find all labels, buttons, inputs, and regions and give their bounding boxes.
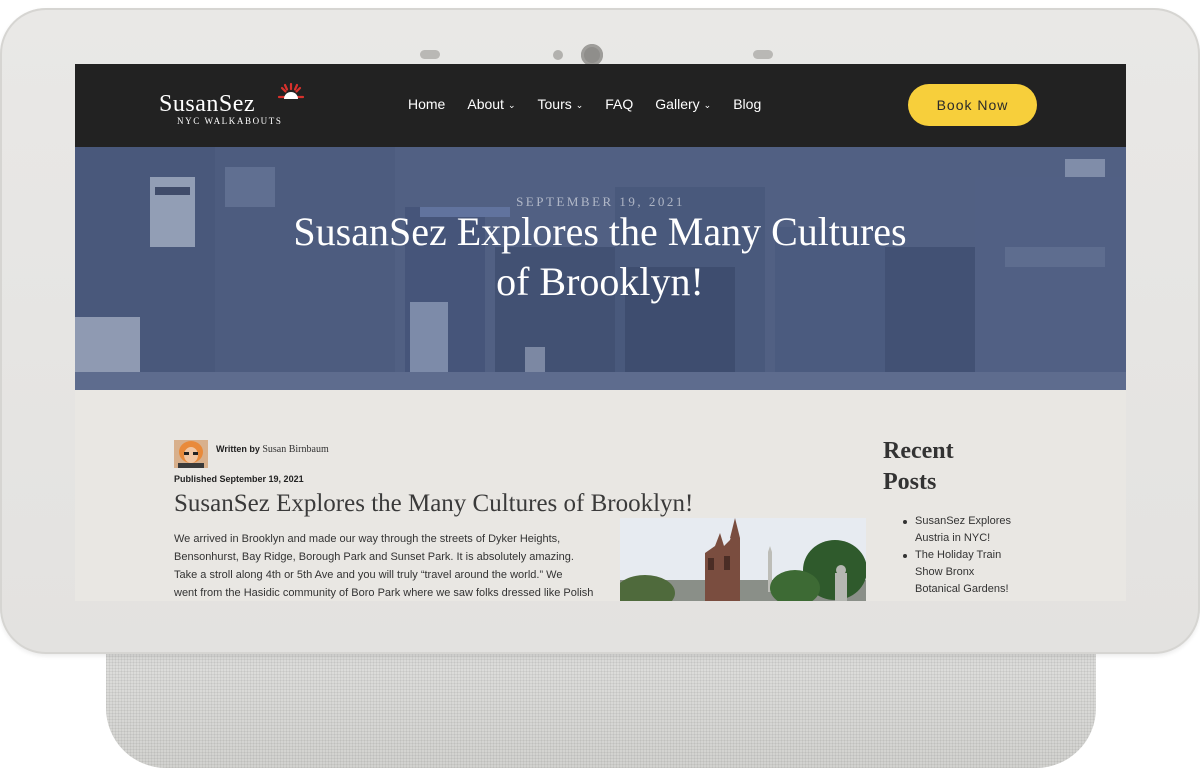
nav-faq-label: FAQ xyxy=(605,96,634,112)
logo-text: SusanSez xyxy=(159,91,255,117)
main-menu: Home About ⌄ Tours ⌄ FAQ Gallery ⌄ Blog xyxy=(408,96,783,116)
recent-post-line: Botanical Gardens! xyxy=(915,583,1009,595)
recent-posts-list: SusanSez Explores Austria in NYC! The Ho… xyxy=(903,513,1033,598)
nav-blog[interactable]: Blog xyxy=(733,96,761,116)
hero-title-line2: of Brooklyn! xyxy=(496,259,704,304)
hero-title-line1: SusanSez Explores the Many Cultures xyxy=(293,209,907,254)
author-byline: Written by Susan Birnbaum xyxy=(216,444,329,455)
published-date: September 19, 2021 xyxy=(219,474,304,484)
nav-tours-label: Tours xyxy=(537,96,572,112)
recent-post-line: Austria in NYC! xyxy=(915,532,991,544)
nav-home-label: Home xyxy=(408,96,446,112)
recent-post-line: The Holiday Train xyxy=(915,549,1002,561)
nav-tours[interactable]: Tours ⌄ xyxy=(538,96,584,116)
camera-icon xyxy=(581,44,603,66)
nav-home[interactable]: Home xyxy=(408,96,445,116)
hero-title: SusanSez Explores the Many Cultures of B… xyxy=(155,207,1045,307)
published-label: Published xyxy=(174,474,218,484)
article-body: We arrived in Brooklyn and made our way … xyxy=(174,530,624,601)
avatar xyxy=(174,440,208,468)
nav-gallery-label: Gallery xyxy=(655,96,700,112)
recent-posts-heading: Recent Posts xyxy=(883,436,1023,498)
cemetery-photo xyxy=(620,518,866,601)
ambient-sensor xyxy=(420,50,440,59)
nav-gallery[interactable]: Gallery ⌄ xyxy=(655,96,711,116)
article-image[interactable] xyxy=(620,518,866,601)
article-section: Written by Susan Birnbaum Published Sept… xyxy=(75,390,1126,601)
chevron-down-icon: ⌄ xyxy=(575,100,584,110)
nav-about-label: About xyxy=(467,96,504,112)
nav-faq[interactable]: FAQ xyxy=(605,96,633,116)
logo-subtitle: NYC WALKABOUTS xyxy=(177,116,283,126)
recent-post-link[interactable]: The Holiday Train Show Bronx Botanical G… xyxy=(903,547,1033,598)
body-line: went from the Hasidic community of Boro … xyxy=(174,587,594,599)
book-now-button[interactable]: Book Now xyxy=(908,84,1037,126)
chevron-down-icon: ⌄ xyxy=(507,100,516,110)
recent-post-line: SusanSez Explores xyxy=(915,515,1011,527)
site-logo[interactable]: SusanSez NYC WALKABOUTS xyxy=(159,82,309,130)
recent-posts-heading-line1: Recent xyxy=(883,438,954,464)
light-sensor xyxy=(553,50,563,60)
nav-blog-label: Blog xyxy=(733,96,762,112)
publish-info: Published September 19, 2021 xyxy=(174,474,304,484)
hero-banner: SEPTEMBER 19, 2021 SusanSez Explores the… xyxy=(75,147,1126,390)
written-by-label: Written by xyxy=(216,444,260,454)
recent-post-line: Show Bronx xyxy=(915,566,975,578)
chevron-down-icon: ⌄ xyxy=(703,100,712,110)
sun-icon xyxy=(277,82,305,99)
body-line: We arrived in Brooklyn and made our way … xyxy=(174,533,561,545)
author-photo xyxy=(174,440,208,468)
nav-about[interactable]: About ⌄ xyxy=(467,96,515,116)
body-line: Bensonhurst, Bay Ridge, Borough Park and… xyxy=(174,551,574,563)
article-title: SusanSez Explores the Many Cultures of B… xyxy=(174,490,694,517)
mic-sensor xyxy=(753,50,773,59)
author-name[interactable]: Susan Birnbaum xyxy=(262,444,328,455)
screen: SusanSez NYC WALKABOUTS Home About ⌄ Tour… xyxy=(75,64,1126,601)
recent-post-link[interactable]: SusanSez Explores Austria in NYC! xyxy=(903,513,1033,547)
top-navigation: SusanSez NYC WALKABOUTS Home About ⌄ Tour… xyxy=(75,64,1126,147)
recent-posts-heading-line2: Posts xyxy=(883,469,937,495)
body-line: Take a stroll along 4th or 5th Ave and y… xyxy=(174,569,563,581)
